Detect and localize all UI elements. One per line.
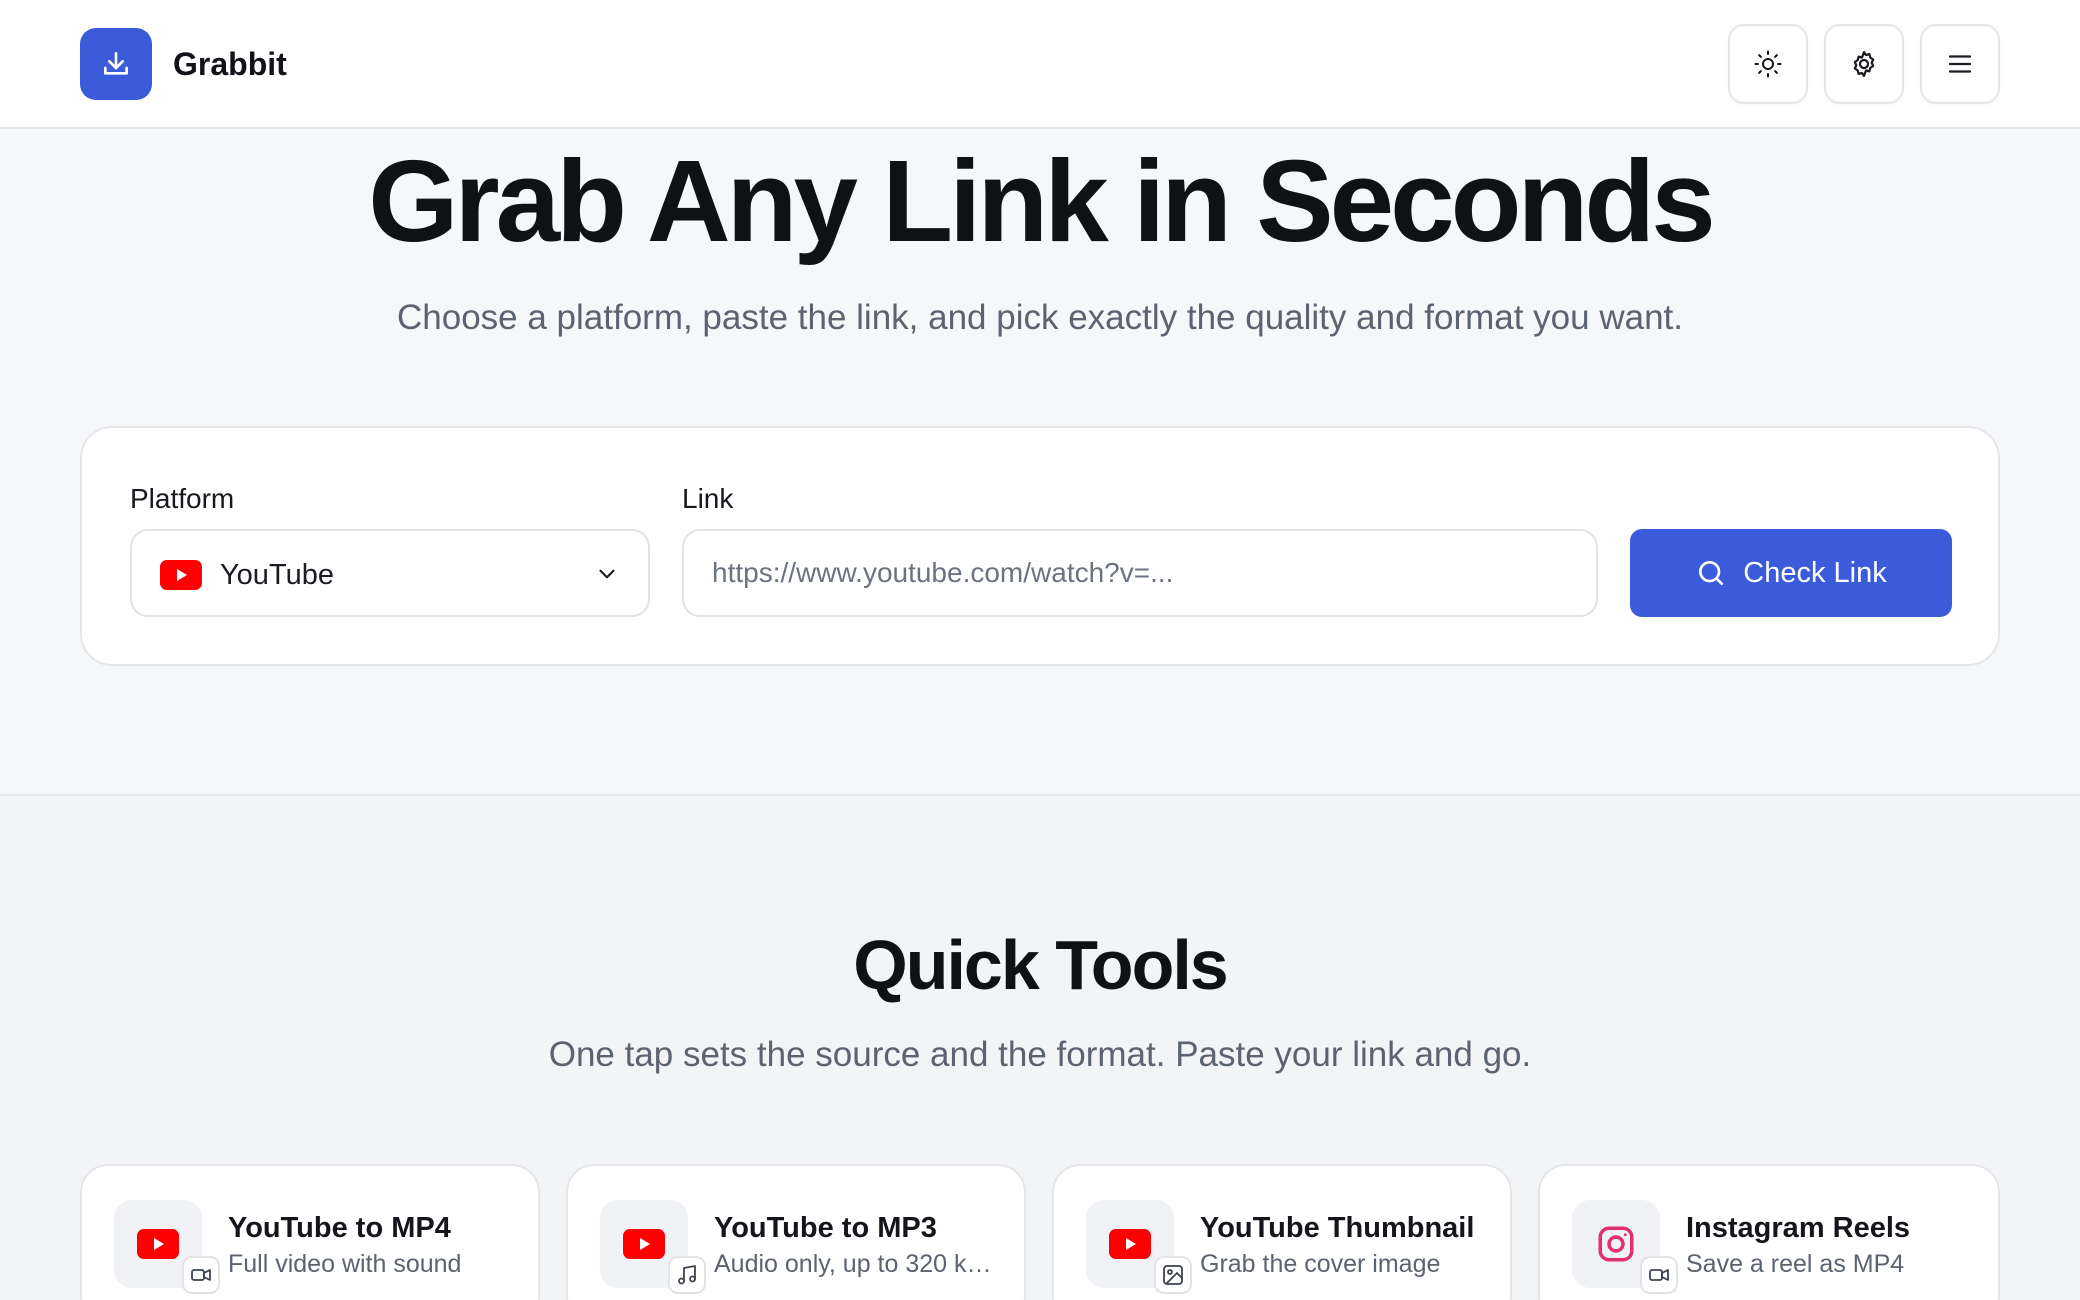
video-badge — [1640, 1256, 1678, 1294]
link-label: Link — [682, 483, 734, 514]
check-link-label: Check Link — [1743, 556, 1887, 589]
tool-youtube-to-mp3[interactable]: YouTube to MP3 Audio only, up to 320 kbp… — [566, 1164, 1026, 1300]
youtube-icon — [137, 1229, 179, 1259]
app-header: Grabbit — [0, 0, 2080, 129]
check-link-button[interactable]: Check Link — [1630, 529, 1952, 617]
tool-instagram-reels[interactable]: Instagram Reels Save a reel as MP4 — [1538, 1164, 2000, 1300]
tool-youtube-to-mp4[interactable]: YouTube to MP4 Full video with sound — [80, 1164, 540, 1300]
instagram-icon — [1598, 1226, 1634, 1262]
platform-select-value: YouTube — [220, 559, 334, 591]
link-form-card: Platform YouTube Link Check Link — [80, 426, 2000, 666]
search-icon — [1699, 561, 1724, 585]
video-badge — [182, 1256, 220, 1294]
hamburger-icon — [1948, 55, 1972, 73]
platform-label: Platform — [130, 483, 235, 514]
image-icon — [1163, 1265, 1183, 1285]
gear-icon — [1853, 51, 1875, 77]
theme-toggle-button[interactable] — [1728, 24, 1808, 104]
brand-name[interactable]: Grabbit — [173, 44, 287, 84]
sun-icon — [1754, 50, 1782, 78]
tool-name: YouTube to MP4 — [228, 1212, 451, 1244]
youtube-icon — [1109, 1229, 1151, 1259]
tool-description: Save a reel as MP4 — [1686, 1250, 1905, 1278]
tool-description: Grab the cover image — [1200, 1250, 1441, 1278]
settings-button[interactable] — [1824, 24, 1904, 104]
quick-tools-title: Quick Tools — [853, 926, 1228, 1004]
audio-badge — [668, 1256, 706, 1294]
tool-name: YouTube Thumbnail — [1200, 1212, 1475, 1244]
tool-name: YouTube to MP3 — [714, 1212, 937, 1244]
tool-name: Instagram Reels — [1686, 1212, 1911, 1244]
logo[interactable] — [80, 28, 152, 100]
menu-button[interactable] — [1920, 24, 2000, 104]
platform-select[interactable]: YouTube — [130, 529, 650, 617]
tool-youtube-thumbnail[interactable]: YouTube Thumbnail Grab the cover image — [1052, 1164, 1512, 1300]
youtube-icon — [160, 560, 202, 590]
chevron-down-icon — [599, 569, 615, 579]
image-badge — [1154, 1256, 1192, 1294]
link-input[interactable] — [682, 529, 1598, 617]
music-icon — [678, 1265, 696, 1285]
youtube-icon — [623, 1229, 665, 1259]
hero-title: Grab Any Link in Seconds — [368, 136, 1716, 266]
download-icon — [104, 52, 128, 75]
hero-subtitle: Choose a platform, paste the link, and p… — [397, 298, 1683, 337]
video-icon — [191, 1269, 211, 1281]
video-icon — [1649, 1269, 1669, 1281]
tool-description: Full video with sound — [228, 1250, 462, 1278]
tool-description: Audio only, up to 320 kbps — [714, 1250, 1004, 1278]
quick-tools-subtitle: One tap sets the source and the format. … — [548, 1035, 1532, 1074]
